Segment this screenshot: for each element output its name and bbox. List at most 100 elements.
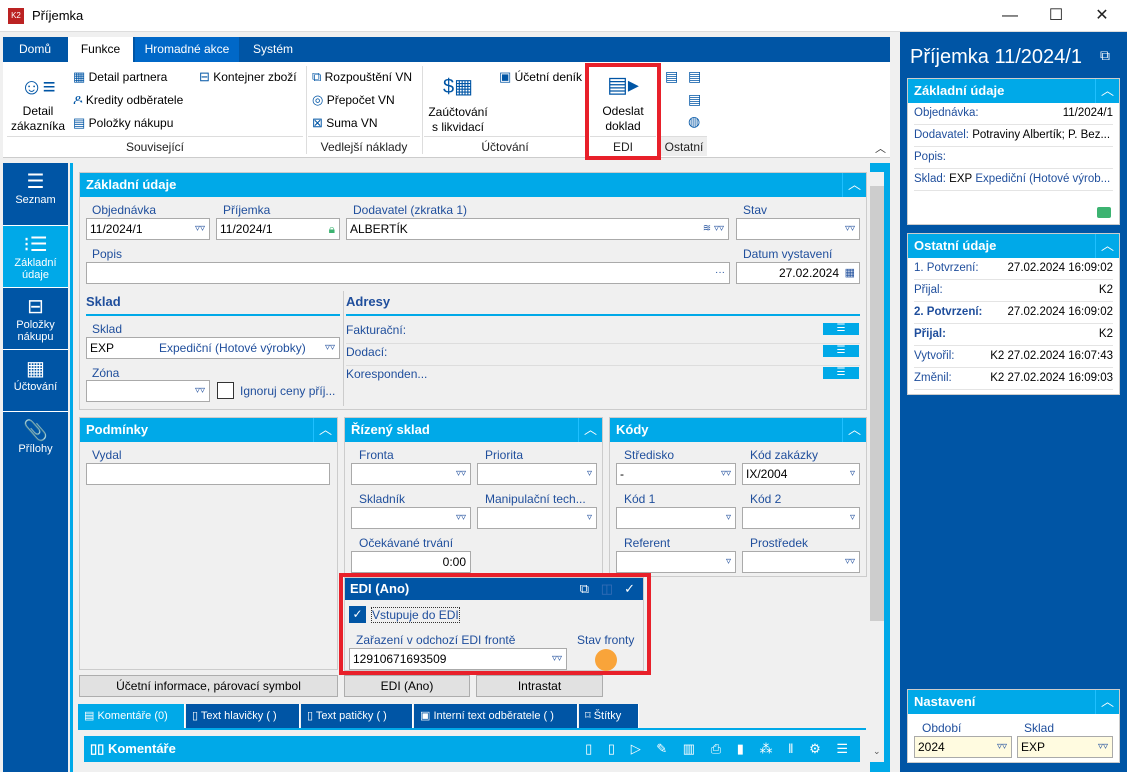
kod2-field[interactable]: ▿ bbox=[742, 507, 860, 529]
dodavatel-field[interactable]: ALBERTÍK ≋ ▿▿ bbox=[346, 218, 729, 240]
label-objednavka: Objednávka bbox=[92, 203, 157, 217]
minimize-button[interactable]: — bbox=[987, 0, 1033, 32]
document-export-icon[interactable]: ▤ bbox=[688, 68, 701, 85]
collapse-icon[interactable]: ︿ bbox=[313, 418, 337, 442]
tab-text-hlavicky[interactable]: ▯ Text hlavičky ( ) bbox=[186, 704, 300, 728]
collapse-icon[interactable]: ︿ bbox=[842, 173, 866, 197]
ucetni-denik-button[interactable]: ▣ Účetní deník bbox=[499, 69, 582, 85]
kontejner-button[interactable]: ⊟ Kontejner zboží bbox=[199, 69, 297, 85]
odeslat-doklad-button[interactable]: ▤▸ Odeslat doklad bbox=[593, 72, 653, 134]
document-search-icon[interactable]: ▤ bbox=[665, 68, 678, 85]
zona-field[interactable]: ▿▿ bbox=[86, 380, 210, 402]
dropdown-icon[interactable]: ▿▿ bbox=[845, 552, 855, 572]
more-icon[interactable]: ··· bbox=[715, 263, 725, 283]
dropdown-icon[interactable]: ▿▿ bbox=[845, 219, 855, 239]
toolbar-icons[interactable]: ▯ ▯ ▷ ✎ ▥ ⎙ ▮ ⁂ ‖ ⚙ ☰ bbox=[585, 736, 854, 762]
popout-icon[interactable]: ⧉ bbox=[1100, 47, 1110, 64]
vstupuje-checkbox[interactable]: ✓ bbox=[349, 606, 366, 623]
dropdown-icon[interactable]: ▿▿ bbox=[456, 464, 466, 484]
document-cancel-icon[interactable]: ▤ bbox=[688, 91, 701, 108]
zarazeni-field[interactable]: 12910671693509 ▿▿ bbox=[349, 648, 567, 670]
priorita-field[interactable]: ▿ bbox=[477, 463, 597, 485]
ucetni-informace-button[interactable]: Účetní informace, párovací symbol bbox=[79, 675, 338, 697]
popout-icon[interactable]: ⧉ bbox=[580, 578, 589, 600]
dropdown-icon[interactable]: ▿ bbox=[587, 464, 592, 484]
polozky-nakupu-button[interactable]: ▤ Položky nákupu bbox=[73, 115, 173, 131]
dropdown-icon[interactable]: ▿▿ bbox=[325, 338, 335, 358]
collapse-icon[interactable]: ︿ bbox=[842, 418, 866, 442]
fronta-field[interactable]: ▿▿ bbox=[351, 463, 471, 485]
tab-system[interactable]: Systém bbox=[243, 37, 303, 62]
lock-circle-icon[interactable]: ◍ bbox=[688, 113, 700, 130]
prijemka-field[interactable]: 11/2024/1 🔒︎ bbox=[216, 218, 340, 240]
calendar-icon[interactable]: ▦ bbox=[845, 263, 855, 283]
dropdown-icon[interactable]: ▿ bbox=[726, 552, 731, 572]
prostredek-field[interactable]: ▿▿ bbox=[742, 551, 860, 573]
korespondencni-menu-button[interactable]: ☰ bbox=[823, 367, 859, 379]
tab-funkce[interactable]: Funkce bbox=[68, 37, 133, 62]
dropdown-icon[interactable]: ▿▿ bbox=[997, 737, 1007, 757]
collapse-icon[interactable]: ︿ bbox=[1095, 690, 1119, 714]
tab-komentare[interactable]: ▤ Komentáře (0) bbox=[78, 704, 185, 728]
intrastat-button[interactable]: Intrastat bbox=[476, 675, 603, 697]
kod-zakazky-field[interactable]: IX/2004 ▿ bbox=[742, 463, 860, 485]
sidebar-item-polozky-nakupu[interactable]: ⊟ Položky nákupu bbox=[3, 288, 68, 350]
dodaci-menu-button[interactable]: ☰ bbox=[823, 345, 859, 357]
scroll-down-icon[interactable]: ⌄ bbox=[873, 746, 881, 757]
stredisko-field[interactable]: - ▿▿ bbox=[616, 463, 736, 485]
vydal-field[interactable] bbox=[86, 463, 330, 485]
dropdown-icon[interactable]: ▿ bbox=[850, 508, 855, 528]
ocekavane-trvani-field[interactable]: 0:00 bbox=[351, 551, 471, 573]
popis-field[interactable]: ··· bbox=[86, 262, 730, 284]
kod1-field[interactable]: ▿ bbox=[616, 507, 736, 529]
check-icon[interactable]: ✓ bbox=[624, 578, 635, 600]
dropdown-icon[interactable]: ≋ ▿▿ bbox=[703, 219, 724, 239]
sidebar-item-uctovani[interactable]: ▦ Účtování bbox=[3, 350, 68, 412]
manipulacni-field[interactable]: ▿ bbox=[477, 507, 597, 529]
collapse-ribbon-icon[interactable]: ︿ bbox=[875, 140, 886, 156]
sidebar-item-prilohy[interactable]: 📎 Přílohy bbox=[3, 412, 68, 474]
sklad-field[interactable]: EXP Expediční (Hotové výrobky) ▿▿ bbox=[86, 337, 340, 359]
fakturacni-menu-button[interactable]: ☰ bbox=[823, 323, 859, 335]
collapse-icon[interactable]: ︿ bbox=[1095, 79, 1119, 103]
tab-text-paticky[interactable]: ▯ Text patičky ( ) bbox=[301, 704, 413, 728]
skladnik-field[interactable]: ▿▿ bbox=[351, 507, 471, 529]
dropdown-icon[interactable]: ▿ bbox=[587, 508, 592, 528]
referent-field[interactable]: ▿ bbox=[616, 551, 736, 573]
suma-button[interactable]: ⊠ Suma VN bbox=[312, 115, 378, 131]
tab-hromadne-akce[interactable]: Hromadné akce bbox=[135, 37, 239, 62]
kredity-button[interactable]: ዶ Kredity odběratele bbox=[73, 92, 183, 108]
dropdown-icon[interactable]: ▿ bbox=[726, 508, 731, 528]
tab-interni-text[interactable]: ▣ Interní text odběratele ( ) bbox=[414, 704, 578, 728]
dropdown-icon[interactable]: ▿▿ bbox=[195, 381, 205, 401]
collapse-icon[interactable]: ︿ bbox=[1095, 234, 1119, 258]
datum-field[interactable]: 27.02.2024 ▦ bbox=[736, 262, 860, 284]
stav-field[interactable]: ▿▿ bbox=[736, 218, 860, 240]
tab-stitky[interactable]: ⌑ Štítky bbox=[579, 704, 639, 728]
zauctovani-button[interactable]: $▦ Zaúčtování s likvidací bbox=[425, 74, 491, 135]
sidebar-item-zakladni-udaje[interactable]: ⁝☰ Základní údaje bbox=[3, 226, 68, 288]
obdobi-field[interactable]: 2024 ▿▿ bbox=[914, 736, 1012, 758]
scrollbar[interactable]: ⌄ bbox=[870, 172, 884, 762]
dropdown-icon[interactable]: ▿▿ bbox=[456, 508, 466, 528]
scrollbar-thumb[interactable] bbox=[870, 186, 884, 621]
label-prostredek: Prostředek bbox=[750, 536, 809, 550]
dropdown-icon[interactable]: ▿▿ bbox=[195, 219, 205, 239]
collapse-icon[interactable]: ︿ bbox=[578, 418, 602, 442]
dropdown-icon[interactable]: ▿ bbox=[850, 464, 855, 484]
sidebar-item-seznam[interactable]: ☰ Seznam bbox=[3, 163, 68, 226]
objednavka-field[interactable]: 11/2024/1 ▿▿ bbox=[86, 218, 210, 240]
rozpousteni-button[interactable]: ⧉ Rozpouštění VN bbox=[312, 69, 412, 85]
maximize-button[interactable]: ☐ bbox=[1033, 0, 1079, 32]
detail-partnera-button[interactable]: ▦ Detail partnera bbox=[73, 69, 167, 85]
ignoruj-checkbox[interactable] bbox=[217, 382, 234, 399]
close-button[interactable]: ✕ bbox=[1079, 0, 1125, 32]
dropdown-icon[interactable]: ▿▿ bbox=[1098, 737, 1108, 757]
prepocet-button[interactable]: ◎ Přepočet VN bbox=[312, 92, 395, 108]
tab-domu[interactable]: Domů bbox=[3, 37, 67, 62]
detail-zakaznika-button[interactable]: ☺≡ Detail zákazníka bbox=[7, 74, 69, 134]
dropdown-icon[interactable]: ▿▿ bbox=[552, 649, 562, 669]
sklad-nastaveni-field[interactable]: EXP ▿▿ bbox=[1017, 736, 1113, 758]
dropdown-icon[interactable]: ▿▿ bbox=[721, 464, 731, 484]
edi-button[interactable]: EDI (Ano) bbox=[344, 675, 470, 697]
